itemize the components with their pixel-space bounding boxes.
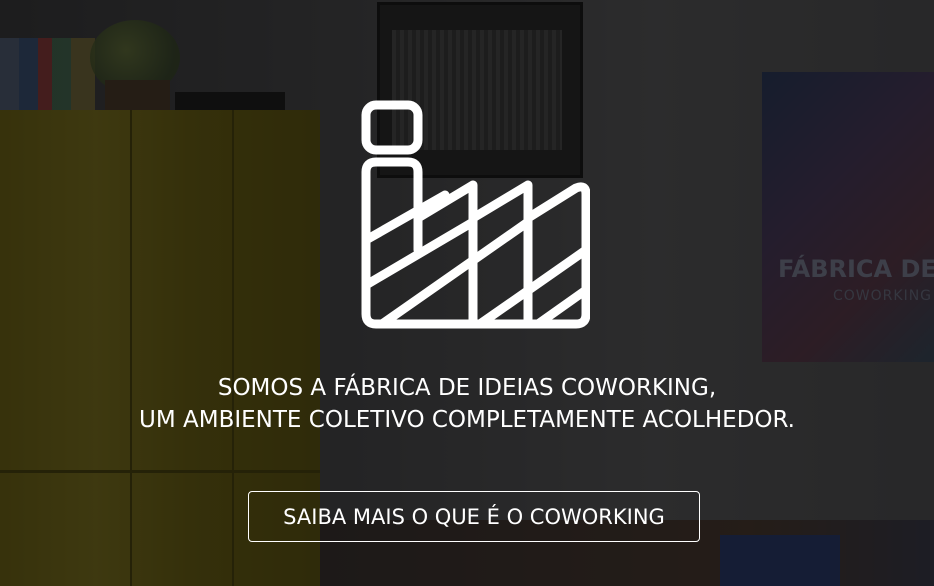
headline-line-2: UM AMBIENTE COLETIVO COMPLETAMENTE ACOLH…	[139, 407, 795, 433]
headline-line-1: SOMOS A FÁBRICA DE IDEIAS COWORKING,	[217, 375, 717, 401]
learn-more-coworking-button[interactable]: SAIBA MAIS O QUE É O COWORKING	[248, 491, 700, 542]
fabrica-de-ideias-logo-icon	[361, 100, 590, 329]
hero-headline: SOMOS A FÁBRICA DE IDEIAS COWORKING, UM …	[0, 372, 934, 436]
